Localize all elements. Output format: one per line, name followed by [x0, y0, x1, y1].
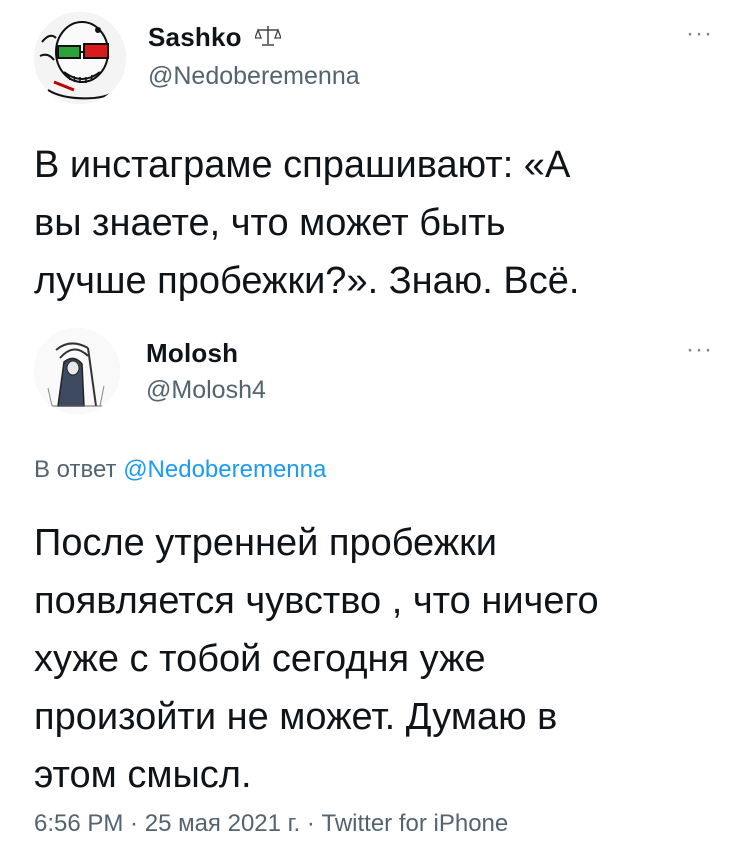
reply-tweet-text: После утренней пробежки появляется чувст…: [34, 522, 599, 796]
reply-to-link[interactable]: @Nedoberemenna: [123, 456, 326, 483]
molosh-avatar[interactable]: [34, 328, 120, 414]
more-options-icon[interactable]: ···: [686, 336, 713, 364]
display-name-text[interactable]: Sashko: [148, 22, 242, 52]
molosh-handle[interactable]: @Molosh4: [146, 376, 266, 405]
sashko-avatar[interactable]: [34, 12, 126, 104]
molosh-display-name[interactable]: Molosh: [146, 338, 238, 369]
first-tweet-text: В инстаграме спрашивают: «А вы знаете, ч…: [34, 144, 580, 302]
scales-icon: [254, 24, 283, 55]
reply-prefix: В ответ: [34, 456, 117, 483]
reply-tweet: Molosh @Molosh4 ··· В ответ @Nedoberemen…: [0, 320, 750, 864]
sashko-handle[interactable]: @Nedoberemenna: [148, 62, 360, 91]
tweet-time[interactable]: 6:56 PM: [34, 810, 123, 837]
tweet-date[interactable]: 25 мая 2021 г.: [145, 810, 300, 837]
skull-avatar-image: [34, 12, 126, 104]
tweet-source[interactable]: Twitter for iPhone: [321, 810, 508, 837]
first-tweet: Sashko @Nedoberemenna ··· В инстаграме с…: [0, 0, 750, 320]
more-options-icon[interactable]: ···: [686, 20, 713, 48]
tweet-metadata: 6:56 PM · 25 мая 2021 г. · Twitter for i…: [34, 810, 508, 838]
sashko-display-name[interactable]: Sashko: [148, 22, 283, 55]
separator: ·: [300, 810, 322, 837]
separator: ·: [123, 810, 145, 837]
reaper-avatar-image: [34, 328, 120, 414]
reply-context: В ответ @Nedoberemenna: [34, 456, 326, 484]
